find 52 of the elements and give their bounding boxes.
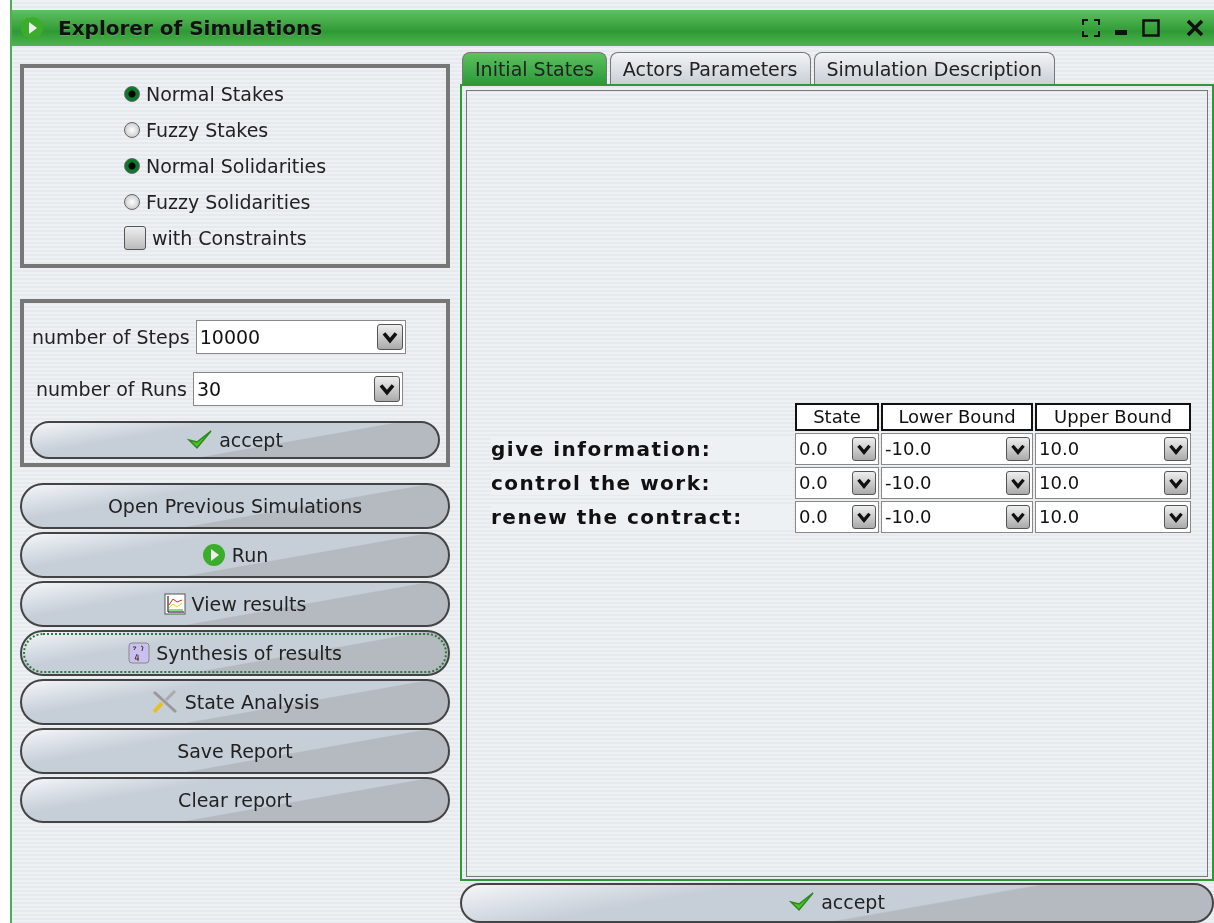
column-header: State xyxy=(795,402,879,431)
maximize-icon[interactable] xyxy=(1142,19,1160,37)
checkbox[interactable] xyxy=(124,226,146,250)
window-title: Explorer of Simulations xyxy=(58,16,324,40)
setting-combo-field[interactable]: 30 xyxy=(192,372,403,406)
numbers-icon xyxy=(128,642,151,664)
action-button[interactable]: Save Report xyxy=(20,728,450,774)
value-combo-field[interactable]: -10.0 xyxy=(881,432,1033,465)
value-combo-field[interactable]: 0.0 xyxy=(795,500,879,533)
option-label: Fuzzy Stakes xyxy=(146,119,269,141)
radio-button[interactable] xyxy=(124,194,140,210)
tab[interactable]: Simulation Description xyxy=(813,52,1055,84)
action-button[interactable]: Open Previous Simulations xyxy=(20,483,450,529)
value-combo-field[interactable]: 10.0 xyxy=(1035,500,1191,533)
value-combo-field[interactable]: 0.0 xyxy=(795,466,879,499)
action-button[interactable]: View results xyxy=(20,581,450,627)
tab[interactable]: Initial States xyxy=(462,52,607,84)
option-label: Normal Solidarities xyxy=(146,155,327,177)
accept-button[interactable]: accept xyxy=(30,421,440,459)
value-combo-field[interactable]: 0.0 xyxy=(795,432,879,465)
column-header: Lower Bound xyxy=(881,402,1033,431)
close-icon[interactable] xyxy=(1184,19,1206,37)
accept-button[interactable]: accept xyxy=(460,883,1214,923)
play-icon xyxy=(201,543,226,567)
radio-button[interactable] xyxy=(124,86,140,102)
tools-icon xyxy=(150,689,179,715)
checkmark-icon xyxy=(187,429,214,451)
value-combo-field[interactable]: -10.0 xyxy=(881,500,1033,533)
radio-button[interactable] xyxy=(124,158,140,174)
action-button[interactable]: State Analysis xyxy=(20,679,450,725)
action-button[interactable]: Synthesis of results xyxy=(20,630,450,676)
chart-icon xyxy=(163,593,186,615)
value-combo-field[interactable]: 10.0 xyxy=(1035,432,1191,465)
row-label: give information: xyxy=(491,436,793,461)
fullscreen-icon[interactable] xyxy=(1082,19,1100,37)
option-label: Fuzzy Solidarities xyxy=(146,191,311,213)
setting-label: number of Runs xyxy=(36,378,187,400)
option-label: Normal Stakes xyxy=(146,83,284,105)
radio-button[interactable] xyxy=(124,122,140,138)
setting-combo-field[interactable]: 10000 xyxy=(195,320,406,354)
option-label: with Constraints xyxy=(152,227,307,249)
action-button[interactable]: Clear report xyxy=(20,777,450,823)
value-combo-field[interactable]: -10.0 xyxy=(881,466,1033,499)
column-header: Upper Bound xyxy=(1035,402,1191,431)
setting-label: number of Steps xyxy=(32,326,190,348)
value-combo-field[interactable]: 10.0 xyxy=(1035,466,1191,499)
action-button[interactable]: Run xyxy=(20,532,450,578)
row-label: renew the contract: xyxy=(491,504,793,529)
tab[interactable]: Actors Parameters xyxy=(609,52,811,84)
row-label: control the work: xyxy=(491,470,793,495)
checkmark-icon xyxy=(789,891,816,914)
app-icon xyxy=(20,16,44,40)
